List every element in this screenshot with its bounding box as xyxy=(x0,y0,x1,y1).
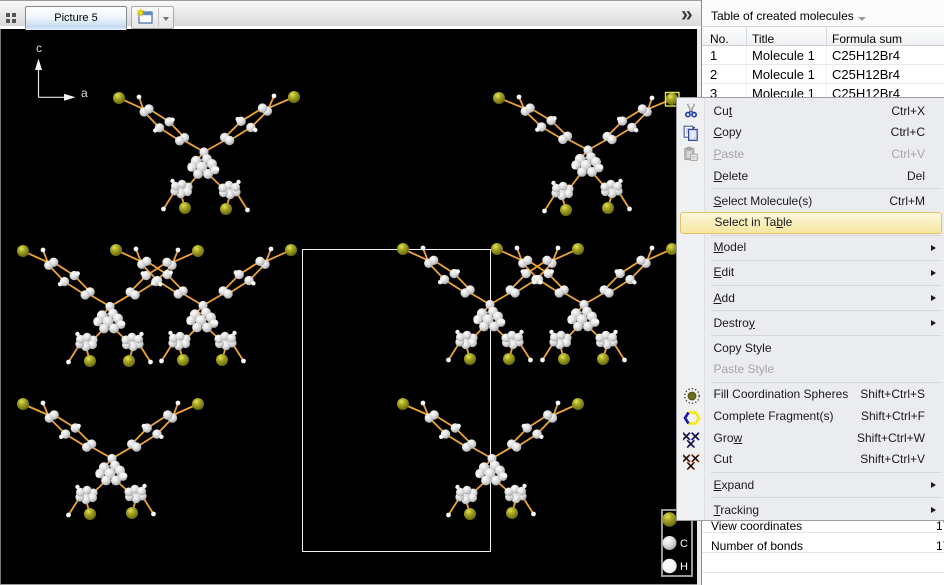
svg-text:c: c xyxy=(36,41,42,55)
svg-text:C: C xyxy=(680,538,688,550)
svg-text:H: H xyxy=(680,561,688,573)
svg-text:a: a xyxy=(81,86,88,100)
